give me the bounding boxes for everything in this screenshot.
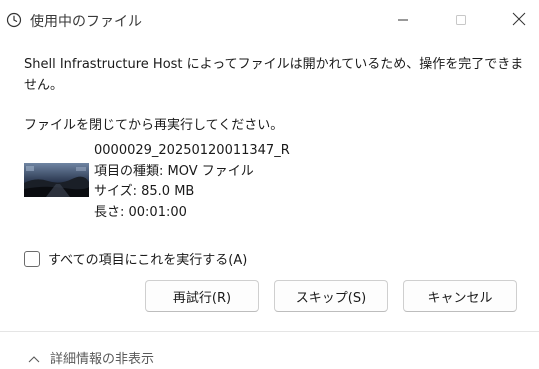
apply-all-checkbox[interactable] (24, 250, 40, 267)
error-message: Shell Infrastructure Host によってファイルは開かれてい… (24, 57, 524, 93)
divider (0, 331, 539, 332)
minimize-icon (397, 11, 409, 30)
retry-button[interactable]: 再試行(R) (145, 280, 259, 312)
file-name: 0000029_20250120011347_R (94, 143, 290, 158)
cancel-button[interactable]: キャンセル (403, 280, 517, 312)
window-title: 使用中のファイル (30, 14, 142, 30)
file-thumbnail (24, 163, 89, 197)
instruction-text: ファイルを閉じてから再実行してください。 (24, 118, 284, 133)
file-size: サイズ: 85.0 MB (94, 184, 195, 199)
details-toggle[interactable]: 詳細情報の非表示 (28, 348, 154, 367)
file-type: 項目の種類: MOV ファイル (94, 163, 254, 179)
file-length: 長さ: 00:01:00 (94, 204, 187, 220)
close-button[interactable] (496, 0, 539, 40)
close-icon (512, 11, 526, 30)
chevron-up-icon (28, 348, 40, 367)
title-bar: 使用中のファイル (0, 0, 539, 40)
minimize-button[interactable] (380, 0, 426, 40)
details-toggle-label[interactable]: 詳細情報の非表示 (50, 348, 154, 367)
maximize-button (438, 0, 484, 40)
apply-all-label[interactable]: すべての項目にこれを実行する(A) (48, 249, 247, 268)
apply-all-row[interactable]: すべての項目にこれを実行する(A) (24, 249, 247, 268)
file-details: 0000029_20250120011347_R 項目の種類: MOV ファイル… (94, 141, 290, 223)
clock-icon (6, 12, 22, 28)
skip-button[interactable]: スキップ(S) (274, 280, 388, 312)
maximize-icon (455, 11, 467, 30)
